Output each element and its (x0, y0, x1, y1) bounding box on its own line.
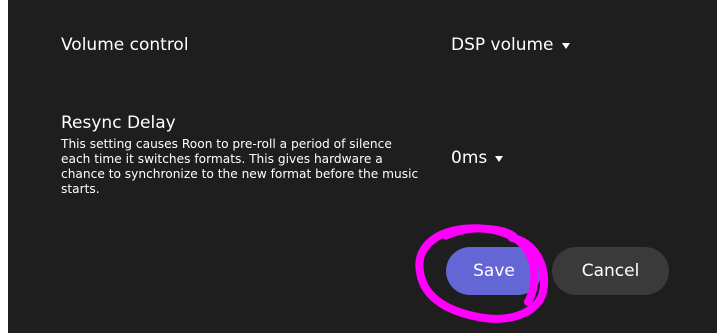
resync-delay-dropdown[interactable]: 0ms (451, 148, 504, 168)
chevron-down-icon (561, 43, 570, 49)
volume-control-label: Volume control (61, 35, 189, 55)
resync-delay-description: This setting causes Roon to pre-roll a p… (61, 137, 419, 196)
volume-control-value: DSP volume (451, 35, 554, 55)
volume-control-dropdown[interactable]: DSP volume (451, 35, 570, 55)
cancel-button[interactable]: Cancel (552, 247, 669, 295)
save-button[interactable]: Save (446, 247, 542, 295)
settings-panel: Volume control DSP volume Resync Delay T… (8, 0, 717, 333)
chevron-down-icon (495, 156, 504, 162)
resync-delay-title: Resync Delay (61, 113, 176, 133)
resync-delay-value: 0ms (451, 148, 488, 168)
